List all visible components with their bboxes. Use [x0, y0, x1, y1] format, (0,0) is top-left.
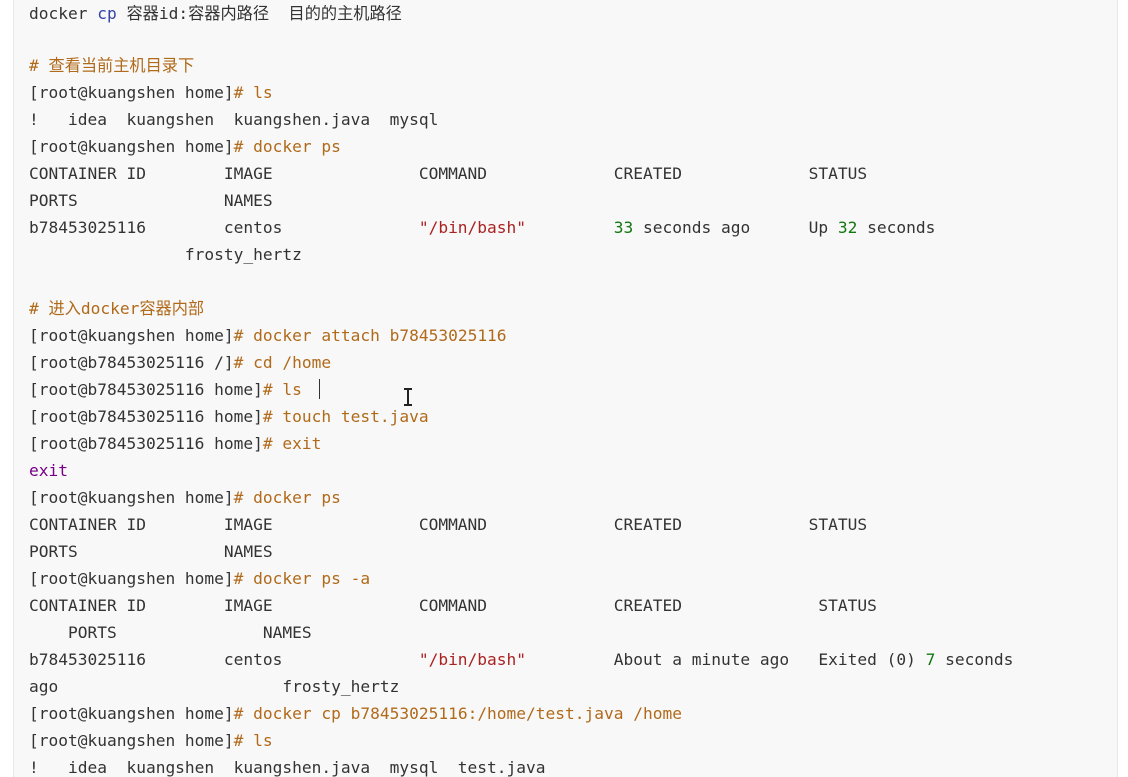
table-header-line: CONTAINER ID IMAGE COMMAND CREATED STATU… — [29, 160, 867, 187]
prompt-line: [root@kuangshen home]# docker ps -a — [29, 565, 370, 592]
prompt-text: [root@b78453025116 home] — [29, 407, 263, 426]
output-text: frosty_hertz — [29, 245, 302, 264]
output-line: ! idea kuangshen kuangshen.java mysql — [29, 106, 438, 133]
comment-text: # 进入docker容器内部 — [29, 299, 205, 318]
command-text: # exit — [262, 434, 322, 453]
comment-text: # 查看当前主机目录下 — [29, 56, 195, 75]
table-header-line: CONTAINER ID IMAGE COMMAND CREATED STATU… — [29, 592, 877, 619]
string-token: "/bin/bash" — [418, 650, 527, 669]
number-token: 32 — [837, 218, 858, 237]
prompt-text: [root@b78453025116 home] — [29, 434, 263, 453]
prompt-line: [root@kuangshen home]# ls — [29, 79, 273, 106]
table-row-line: frosty_hertz — [29, 241, 302, 268]
output-text: PORTS NAMES — [29, 191, 273, 210]
command-text: # docker attach b78453025116 — [233, 326, 507, 345]
keyword-token: cp — [97, 4, 117, 23]
text-caret — [319, 379, 320, 399]
table-row-line: b78453025116 centos "/bin/bash" About a … — [29, 646, 1013, 673]
output-text: ago frosty_hertz — [29, 677, 400, 696]
table-header-line: PORTS NAMES — [29, 619, 312, 646]
output-text: ! idea kuangshen kuangshen.java mysql — [29, 110, 439, 129]
table-row-line: b78453025116 centos "/bin/bash" 33 secon… — [29, 214, 935, 241]
command-text: # ls — [233, 83, 273, 102]
prompt-text: [root@kuangshen home] — [29, 137, 234, 156]
command-text: # ls — [233, 731, 273, 750]
command-text: # ls — [262, 380, 302, 399]
output-text: b78453025116 centos — [29, 650, 419, 669]
output-text: PORTS NAMES — [29, 542, 273, 561]
number-token: 33 — [613, 218, 634, 237]
prompt-line: [root@b78453025116 home]# exit — [29, 430, 321, 457]
comment-line: # 查看当前主机目录下 — [29, 52, 194, 79]
output-text: seconds — [935, 650, 1014, 669]
prompt-line: [root@kuangshen home]# ls — [29, 727, 273, 754]
output-text: CONTAINER ID IMAGE COMMAND CREATED STATU… — [29, 596, 877, 615]
prompt-line: [root@kuangshen home]# docker attach b78… — [29, 322, 507, 349]
output-text: CONTAINER ID IMAGE COMMAND CREATED STATU… — [29, 515, 868, 534]
prompt-text: [root@b78453025116 /] — [29, 353, 234, 372]
code-text: docker — [29, 4, 98, 23]
table-header-line: PORTS NAMES — [29, 187, 273, 214]
prompt-text: [root@kuangshen home] — [29, 326, 234, 345]
prompt-line: [root@b78453025116 /]# cd /home — [29, 349, 331, 376]
command-text: # docker ps -a — [233, 569, 371, 588]
output-text: seconds ago Up — [633, 218, 838, 237]
code-line: docker cp 容器id:容器内路径 目的的主机路径 — [29, 0, 402, 27]
command-text: # docker cp b78453025116:/home/test.java… — [233, 704, 682, 723]
prompt-text: [root@kuangshen home] — [29, 731, 234, 750]
prompt-line: [root@kuangshen home]# docker cp b784530… — [29, 700, 682, 727]
table-header-line: PORTS NAMES — [29, 538, 273, 565]
number-token: 7 — [925, 650, 936, 669]
prompt-line: [root@kuangshen home]# docker ps — [29, 133, 341, 160]
prompt-text: [root@kuangshen home] — [29, 569, 234, 588]
prompt-text: [root@kuangshen home] — [29, 83, 234, 102]
ibeam-cursor-icon — [402, 387, 414, 407]
output-text: About a minute ago Exited (0) — [526, 650, 926, 669]
prompt-line: [root@b78453025116 home]# touch test.jav… — [29, 403, 429, 430]
output-line: ! idea kuangshen kuangshen.java mysql te… — [29, 754, 546, 777]
command-text: # cd /home — [233, 353, 332, 372]
prompt-text: [root@kuangshen home] — [29, 488, 234, 507]
output-text: seconds — [857, 218, 936, 237]
output-line: exit — [29, 457, 68, 484]
command-text: # touch test.java — [262, 407, 429, 426]
output-text: b78453025116 centos — [29, 218, 419, 237]
prompt-line: [root@b78453025116 home]# ls — [29, 376, 302, 403]
output-text: ! idea kuangshen kuangshen.java mysql te… — [29, 758, 546, 777]
code-block: docker cp 容器id:容器内路径 目的的主机路径 # 查看当前主机目录下… — [13, 0, 1118, 777]
prompt-line: [root@kuangshen home]# docker ps — [29, 484, 341, 511]
table-header-line: CONTAINER ID IMAGE COMMAND CREATED STATU… — [29, 511, 867, 538]
command-text: # docker ps — [233, 137, 341, 156]
prompt-text: [root@b78453025116 home] — [29, 380, 263, 399]
command-text: # docker ps — [233, 488, 341, 507]
output-text: PORTS NAMES — [29, 623, 312, 642]
exit-text: exit — [29, 461, 68, 480]
output-text: CONTAINER ID IMAGE COMMAND CREATED STATU… — [29, 164, 868, 183]
code-text: 容器id:容器内路径 目的的主机路径 — [116, 4, 402, 23]
string-token: "/bin/bash" — [418, 218, 527, 237]
comment-line: # 进入docker容器内部 — [29, 295, 204, 322]
table-row-line: ago frosty_hertz — [29, 673, 399, 700]
prompt-text: [root@kuangshen home] — [29, 704, 234, 723]
